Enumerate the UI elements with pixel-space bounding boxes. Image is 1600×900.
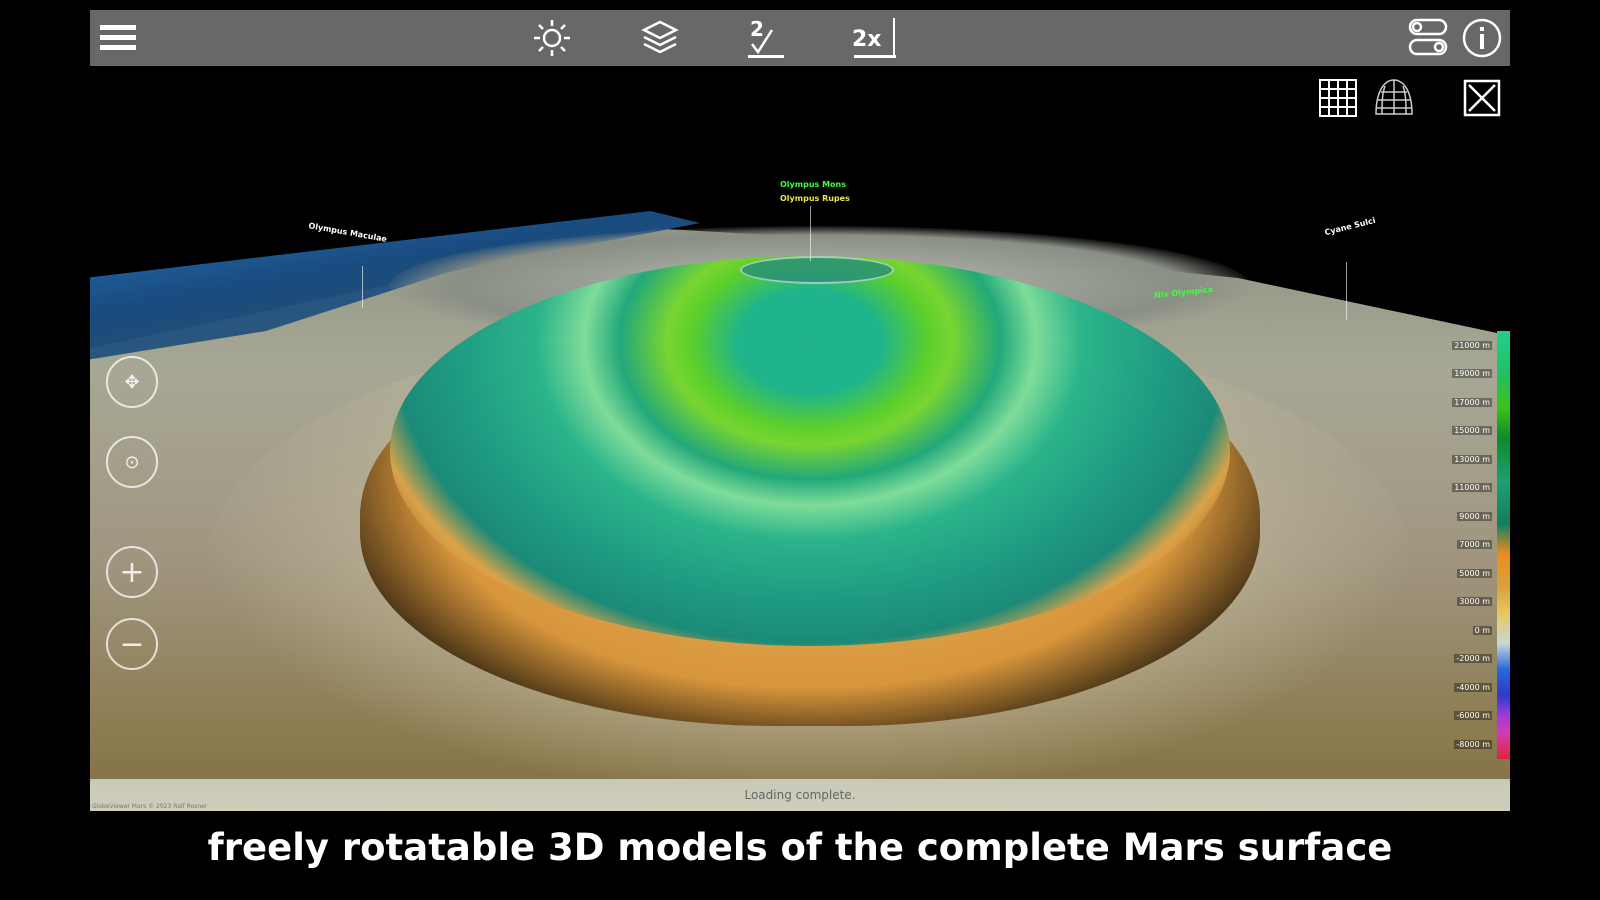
label-olympus-maculae[interactable]: Olympus Maculae xyxy=(308,221,388,244)
toggle-settings-button[interactable] xyxy=(1404,14,1452,62)
elevation-color-bar xyxy=(1497,331,1510,759)
label-olympus-rupes[interactable]: Olympus Rupes xyxy=(780,194,850,203)
legend-value: 3000 m xyxy=(1457,597,1492,607)
status-bar: Loading complete. GlobeViewer Mars © 202… xyxy=(90,779,1510,811)
legend-row: 13000 m xyxy=(1430,445,1496,474)
exaggeration-button[interactable]: 2 xyxy=(742,14,790,62)
grid-button[interactable] xyxy=(1316,76,1360,120)
legend-row: 15000 m xyxy=(1430,417,1496,446)
menu-button[interactable] xyxy=(94,14,142,62)
legend-row: -2000 m xyxy=(1430,645,1496,674)
label-cyane-sulci[interactable]: Cyane Sulci xyxy=(1324,216,1377,237)
legend-value: -6000 m xyxy=(1454,711,1492,721)
zoom-out-button[interactable]: − xyxy=(106,618,158,670)
brightness-button[interactable] xyxy=(528,14,576,62)
mars-3d-view[interactable]: Olympus Mons Olympus Rupes Olympus Macul… xyxy=(90,66,1510,811)
legend-row: -6000 m xyxy=(1430,702,1496,731)
layers-button[interactable] xyxy=(636,14,684,62)
legend-row: 21000 m xyxy=(1430,331,1496,360)
globe-wireframe-button[interactable] xyxy=(1372,76,1416,120)
legend-value: 11000 m xyxy=(1452,483,1492,493)
legend-value: 17000 m xyxy=(1452,397,1492,407)
legend-value: -2000 m xyxy=(1454,654,1492,664)
top-toolbar: 2 2x xyxy=(90,10,1510,66)
legend-value: 5000 m xyxy=(1457,568,1492,578)
legend-row: 19000 m xyxy=(1430,360,1496,389)
close-view-button[interactable] xyxy=(1460,76,1504,120)
svg-text:2: 2 xyxy=(750,17,764,41)
legend-value: -8000 m xyxy=(1454,739,1492,749)
toggle-settings-icon xyxy=(1408,18,1448,56)
legend-value: 0 m xyxy=(1472,625,1492,635)
hamburger-menu-icon xyxy=(100,25,136,50)
legend-value: 9000 m xyxy=(1457,511,1492,521)
status-message: Loading complete. xyxy=(744,788,856,802)
exaggeration-check-icon: 2 xyxy=(748,17,784,58)
vertical-scale-button[interactable]: 2x xyxy=(848,14,908,62)
legend-row: 5000 m xyxy=(1430,559,1496,588)
legend-row: 17000 m xyxy=(1430,388,1496,417)
legend-row: 7000 m xyxy=(1430,531,1496,560)
layers-icon xyxy=(641,20,679,54)
app-window: 2 2x Olympus Mons Olympus Rupes Olympus … xyxy=(90,10,1510,811)
close-x-icon xyxy=(1463,79,1501,117)
caldera xyxy=(740,256,894,284)
legend-value: 15000 m xyxy=(1452,426,1492,436)
zoom-in-icon: + xyxy=(119,554,145,590)
zoom-out-icon: − xyxy=(119,626,145,662)
legend-value: 7000 m xyxy=(1457,540,1492,550)
legend-row: 0 m xyxy=(1430,616,1496,645)
olympus-mons-model xyxy=(390,256,1230,646)
legend-value: 21000 m xyxy=(1452,340,1492,350)
info-icon xyxy=(1462,18,1502,58)
legend-row: 3000 m xyxy=(1430,588,1496,617)
pan-button[interactable]: ✥ xyxy=(106,356,158,408)
copyright-text: GlobeViewer Mars © 2023 Ralf Rosner xyxy=(92,803,208,810)
sun-brightness-icon xyxy=(534,20,570,56)
rotate-button[interactable]: ⊙ xyxy=(106,436,158,488)
elevation-legend: 21000 m 19000 m 17000 m 15000 m 13000 m 11000… xyxy=(1430,331,1510,759)
promo-caption: freely rotatable 3D models of the comple… xyxy=(207,826,1393,869)
pan-icon: ✥ xyxy=(124,371,140,393)
legend-value: 19000 m xyxy=(1452,369,1492,379)
legend-row: -8000 m xyxy=(1430,730,1496,759)
svg-text:2x: 2x xyxy=(852,27,882,52)
legend-row: 11000 m xyxy=(1430,474,1496,503)
rotate-icon: ⊙ xyxy=(124,451,140,473)
legend-row: -4000 m xyxy=(1430,673,1496,702)
legend-row: 9000 m xyxy=(1430,502,1496,531)
info-button[interactable] xyxy=(1458,14,1506,62)
legend-value: 13000 m xyxy=(1452,454,1492,464)
label-olympus-mons[interactable]: Olympus Mons xyxy=(780,180,846,189)
globe-wireframe-icon xyxy=(1375,79,1413,115)
vertical-scale-icon: 2x xyxy=(852,18,896,58)
grid-icon xyxy=(1319,79,1357,117)
legend-value: -4000 m xyxy=(1454,682,1492,692)
zoom-in-button[interactable]: + xyxy=(106,546,158,598)
